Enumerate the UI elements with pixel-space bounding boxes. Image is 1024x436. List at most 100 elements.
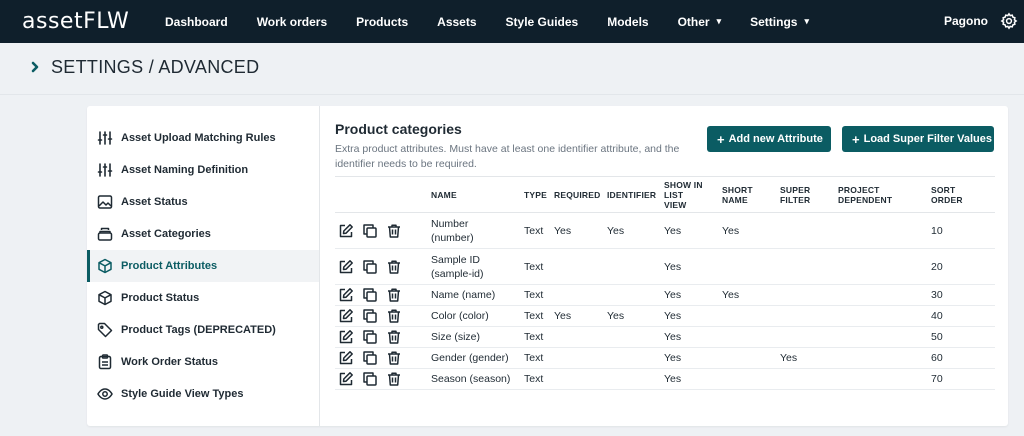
show-in-list-cell: Yes [661,305,719,327]
attribute-key: (number) [431,231,474,244]
sidebar-item-asset-naming-definition[interactable]: Asset Naming Definition [87,154,319,186]
sidebar-item-work-order-status[interactable]: Work Order Status [87,346,319,378]
edit-icon[interactable] [338,287,354,303]
short-name-header[interactable]: SHORT NAME [719,176,777,213]
nav-style-guides[interactable]: Style Guides [506,15,579,29]
sort-order-cell: 30 [928,284,995,306]
page-title: SETTINGS / ADVANCED [51,57,260,77]
sidebar-item-product-status[interactable]: Product Status [87,282,319,314]
eye-icon [97,388,113,400]
identifier-header[interactable]: IDENTIFIER [604,176,661,213]
table-row: Gender (gender) Text Yes Yes 60 [335,347,995,369]
identifier-cell [604,326,661,348]
copy-icon[interactable] [362,223,378,239]
nav-work-orders-label: Work orders [256,14,328,29]
edit-icon[interactable] [338,223,354,239]
section-title: Product categories [335,121,462,137]
sort-order-cell: 20 [928,248,995,285]
table-row: Sample ID (sample-id) Text Yes 20 [335,248,995,285]
user-name[interactable]: Pagono [944,14,988,28]
super-filter-header-line2: FILTER [780,194,811,205]
type-cell: Text [521,305,551,327]
sidebar-item-asset-categories[interactable]: Asset Categories [87,218,319,250]
table-row: Size (size) Text Yes 50 [335,326,995,348]
nav-products[interactable]: Products [356,15,408,29]
name-cell: Number (number) [428,212,521,249]
name-header-label: NAME [431,189,457,200]
short-name-cell [719,368,777,390]
show-in-list-cell: Yes [661,212,719,249]
project-dependent-cell [835,248,928,285]
add-attribute-button[interactable]: + Add new Attribute [707,126,831,152]
edit-icon[interactable] [338,350,354,366]
project-dependent-header[interactable]: PROJECT DEPENDENT [835,176,928,213]
sidebar-item-product-attributes[interactable]: Product Attributes [87,250,319,282]
sidebar-item-label: Asset Categories [121,228,211,240]
chevron-right-icon[interactable] [28,60,42,74]
required-header[interactable]: REQUIRED [551,176,604,213]
copy-icon[interactable] [362,371,378,387]
add-attribute-label: Add new Attribute [728,133,823,145]
trash-icon[interactable] [386,371,402,387]
super-filter-cell [777,326,835,348]
sidebar-item-asset-upload-matching-rules[interactable]: Asset Upload Matching Rules [87,122,319,154]
identifier-cell [604,368,661,390]
required-cell [551,326,604,348]
sort-order-cell: 70 [928,368,995,390]
show-in-list-header[interactable]: SHOW IN LIST VIEW [661,176,719,213]
attribute-name: Season (season) [431,373,511,385]
table-row: Color (color) Text Yes Yes Yes 40 [335,305,995,327]
edit-icon[interactable] [338,329,354,345]
sidebar-item-asset-status[interactable]: Asset Status [87,186,319,218]
sidebar-item-style-guide-view-types[interactable]: Style Guide View Types [87,378,319,410]
nav-models[interactable]: Models [607,15,648,29]
edit-icon[interactable] [338,371,354,387]
nav-assets-label: Assets [437,14,477,29]
project-dependent-cell [835,326,928,348]
sort-order-header[interactable]: SORT ORDER [928,176,995,213]
copy-icon[interactable] [362,350,378,366]
edit-icon[interactable] [338,308,354,324]
trash-icon[interactable] [386,223,402,239]
required-cell [551,248,604,285]
row-actions [335,368,428,390]
settings-card: Asset Upload Matching Rules Asset Naming… [87,106,1008,426]
name-cell: Color (color) [428,305,521,327]
trash-icon[interactable] [386,329,402,345]
name-header[interactable]: NAME [428,176,521,213]
trash-icon[interactable] [386,350,402,366]
trash-icon[interactable] [386,287,402,303]
name-cell: Name (name) [428,284,521,306]
type-cell: Text [521,347,551,369]
nav-settings-label: Settings [750,14,798,29]
copy-icon[interactable] [362,287,378,303]
nav-settings-dropdown[interactable]: Settings ▾ [750,15,809,29]
trash-icon[interactable] [386,308,402,324]
short-name-cell: Yes [719,284,777,306]
identifier-cell [604,284,661,306]
nav-work-orders[interactable]: Work orders [257,15,327,29]
trash-icon[interactable] [386,259,402,275]
nav-other-dropdown[interactable]: Other ▾ [678,15,722,29]
load-super-filter-button[interactable]: + Load Super Filter Values [842,126,994,152]
sidebar-item-product-tags[interactable]: Product Tags (DEPRECATED) [87,314,319,346]
sidebar-item-label: Asset Status [121,196,188,208]
app-logo[interactable]: assetFLW [22,9,129,34]
type-header[interactable]: TYPE [521,176,551,213]
copy-icon[interactable] [362,329,378,345]
super-filter-header[interactable]: SUPER FILTER [777,176,835,213]
copy-icon[interactable] [362,259,378,275]
project-dependent-cell [835,368,928,390]
type-cell: Text [521,284,551,306]
copy-icon[interactable] [362,308,378,324]
name-cell: Season (season) [428,368,521,390]
nav-dashboard[interactable]: Dashboard [165,15,228,29]
gear-icon[interactable] [1000,12,1018,30]
nav-assets[interactable]: Assets [437,15,476,29]
super-filter-cell [777,284,835,306]
project-dependent-cell [835,212,928,249]
row-actions [335,347,428,369]
attribute-name: Sample ID [431,253,481,266]
identifier-cell [604,347,661,369]
edit-icon[interactable] [338,259,354,275]
